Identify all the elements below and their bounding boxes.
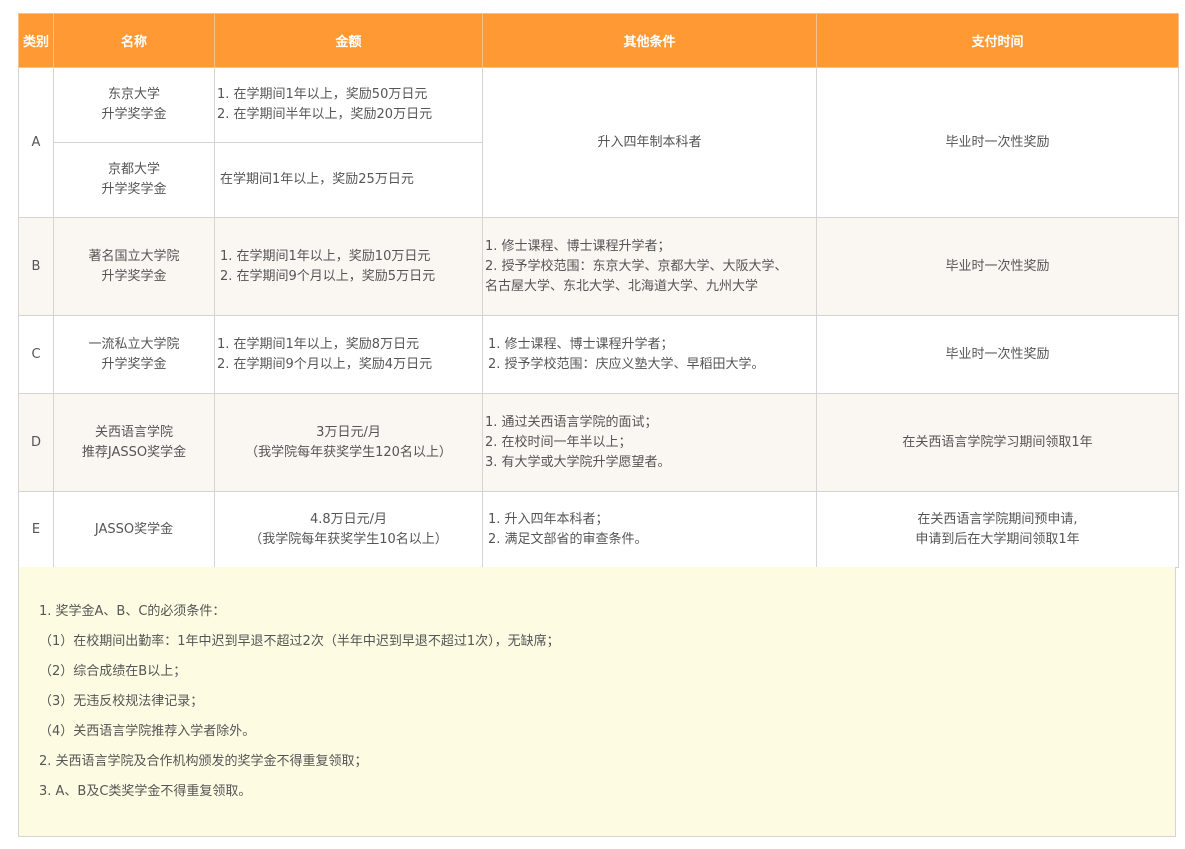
scholarship-name-e: JASSO奖学金 (53, 491, 215, 568)
table-row-c: C 一流私立大学院 升学奖学金 1. 在学期间1年以上，奖励8万日元 2. 在学… (18, 315, 1179, 394)
note-line: （4）关西语言学院推荐入学者除外。 (39, 724, 256, 739)
conditions-c: 1. 修士课程、博士课程升学者； 2. 授予学校范围：庆应义塾大学、早稻田大学。 (482, 315, 817, 394)
condition-line: 名古屋大学、东北大学、北海道大学、九州大学 (485, 278, 759, 294)
name-line: 升学奖学金 (101, 182, 167, 197)
payment-a: 毕业时一次性奖励 (816, 67, 1179, 218)
scholarship-name-a2: 京都大学 升学奖学金 (53, 142, 215, 218)
conditions-d: 1. 通过关西语言学院的面试； 2. 在校时间一年半以上； 3. 有大学或大学院… (482, 393, 817, 492)
note-line: （1）在校期间出勤率：1年中迟到早退不超过2次（半年中迟到早退不超过1次），无缺… (39, 634, 560, 649)
notes-box: 1. 奖学金A、B、C的必须条件： （1）在校期间出勤率：1年中迟到早退不超过2… (18, 567, 1176, 837)
header-name: 名称 (53, 13, 215, 68)
amount-line: 2. 在学期间9个月以上，奖励5万日元 (220, 268, 436, 284)
header-amount: 金额 (214, 13, 483, 68)
table-header-row: 类别 名称 金额 其他条件 支付时间 (18, 13, 1179, 68)
scholarship-name-d: 关西语言学院 推荐JASSO奖学金 (53, 393, 215, 492)
name-line: 升学奖学金 (101, 268, 167, 284)
table-row-b: B 著名国立大学院 升学奖学金 1. 在学期间1年以上，奖励10万日元 2. 在… (18, 217, 1179, 316)
note-line: 3. A、B及C类奖学金不得重复领取。 (39, 784, 252, 799)
scholarship-table: 类别 名称 金额 其他条件 支付时间 A 东京大学 升学奖学金 1. 在学期间1… (18, 13, 1179, 568)
scholarship-name-c: 一流私立大学院 升学奖学金 (53, 315, 215, 394)
category-b: B (18, 217, 54, 316)
condition-line: 1. 升入四年本科者； (488, 511, 609, 527)
table-row-e: E JASSO奖学金 4.8万日元/月 （我学院每年获奖学生10名以上） 1. … (18, 491, 1179, 568)
condition-line: 2. 满足文部省的审查条件。 (488, 531, 648, 547)
name-line: 一流私立大学院 (88, 336, 180, 352)
amount-a2: 在学期间1年以上，奖励25万日元 (214, 142, 483, 218)
payment-c: 毕业时一次性奖励 (816, 315, 1179, 394)
name-line: 升学奖学金 (101, 356, 167, 372)
note-line: （2）综合成绩在B以上； (39, 664, 187, 679)
name-line: 东京大学 (107, 87, 160, 102)
table-row-d: D 关西语言学院 推荐JASSO奖学金 3万日元/月 （我学院每年获奖学生120… (18, 393, 1179, 492)
amount-line: 3万日元/月 (316, 424, 381, 440)
condition-line: 1. 修士课程、博士课程升学者； (485, 238, 671, 254)
name-line: 推荐JASSO奖学金 (81, 444, 187, 460)
amount-line: 1. 在学期间1年以上，奖励50万日元 (217, 87, 428, 102)
amount-line: 1. 在学期间1年以上，奖励10万日元 (220, 248, 431, 264)
amount-e: 4.8万日元/月 （我学院每年获奖学生10名以上） (214, 491, 483, 568)
condition-line: 2. 授予学校范围：东京大学、京都大学、大阪大学、 (485, 258, 788, 274)
payment-b: 毕业时一次性奖励 (816, 217, 1179, 316)
header-payment-time: 支付时间 (816, 13, 1179, 68)
amount-d: 3万日元/月 （我学院每年获奖学生120名以上） (214, 393, 483, 492)
category-d: D (18, 393, 54, 492)
name-line: 升学奖学金 (101, 107, 167, 122)
amount-line: 2. 在学期间9个月以上，奖励4万日元 (217, 356, 433, 372)
conditions-a: 升入四年制本科者 (482, 67, 817, 218)
payment-line: 申请到后在大学期间领取1年 (915, 531, 1080, 547)
category-c: C (18, 315, 54, 394)
note-line: 2. 关西语言学院及合作机构颁发的奖学金不得重复领取； (39, 754, 368, 769)
name-line: 京都大学 (107, 162, 160, 177)
amount-a1: 1. 在学期间1年以上，奖励50万日元 2. 在学期间半年以上，奖励20万日元 (214, 67, 483, 143)
table-row-a-1: A 东京大学 升学奖学金 1. 在学期间1年以上，奖励50万日元 2. 在学期间… (18, 67, 1179, 218)
header-conditions: 其他条件 (482, 13, 817, 68)
amount-line: 4.8万日元/月 (309, 511, 388, 527)
amount-c: 1. 在学期间1年以上，奖励8万日元 2. 在学期间9个月以上，奖励4万日元 (214, 315, 483, 394)
condition-line: 3. 有大学或大学院升学愿望者。 (485, 454, 671, 470)
amount-line: 2. 在学期间半年以上，奖励20万日元 (217, 107, 433, 122)
payment-e: 在关西语言学院期间预申请, 申请到后在大学期间领取1年 (816, 491, 1179, 568)
category-e: E (18, 491, 54, 568)
scholarship-name-b: 著名国立大学院 升学奖学金 (53, 217, 215, 316)
amount-line: 1. 在学期间1年以上，奖励8万日元 (217, 336, 420, 352)
note-line: 1. 奖学金A、B、C的必须条件： (39, 604, 226, 619)
note-line: （3）无违反校规法律记录； (39, 694, 204, 709)
amount-line: （我学院每年获奖学生10名以上） (249, 531, 448, 547)
payment-d: 在关西语言学院学习期间领取1年 (816, 393, 1179, 492)
condition-line: 2. 在校时间一年半以上； (485, 434, 632, 450)
payment-line: 在关西语言学院期间预申请, (917, 511, 1078, 527)
condition-line: 1. 通过关西语言学院的面试； (485, 414, 658, 430)
scholarship-name-a1: 东京大学 升学奖学金 (53, 67, 215, 143)
category-a: A (18, 67, 54, 218)
amount-line: （我学院每年获奖学生120名以上） (245, 444, 452, 460)
conditions-e: 1. 升入四年本科者； 2. 满足文部省的审查条件。 (482, 491, 817, 568)
name-line: 关西语言学院 (94, 424, 173, 440)
conditions-b: 1. 修士课程、博士课程升学者； 2. 授予学校范围：东京大学、京都大学、大阪大… (482, 217, 817, 316)
amount-b: 1. 在学期间1年以上，奖励10万日元 2. 在学期间9个月以上，奖励5万日元 (214, 217, 483, 316)
header-category: 类别 (18, 13, 54, 68)
name-line: 著名国立大学院 (88, 248, 180, 264)
condition-line: 1. 修士课程、博士课程升学者； (488, 336, 674, 352)
condition-line: 2. 授予学校范围：庆应义塾大学、早稻田大学。 (488, 356, 765, 372)
